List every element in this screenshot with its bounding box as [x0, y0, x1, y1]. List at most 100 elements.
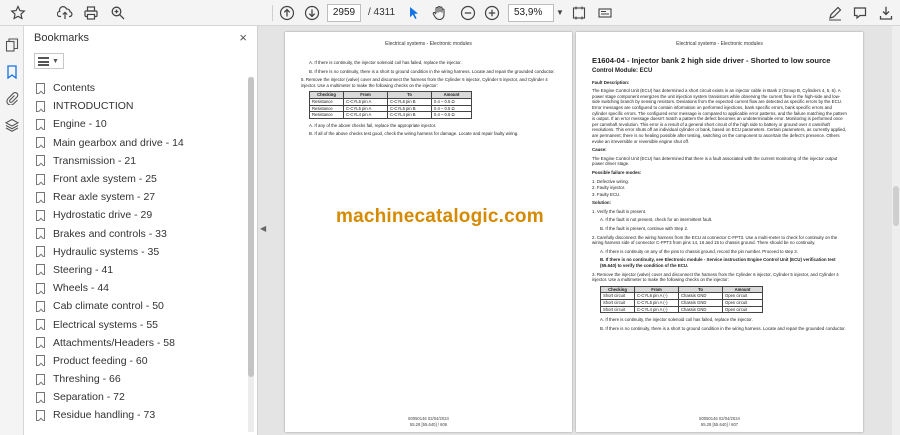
step-text: 3. Remove the injector (valve) cover and… — [592, 271, 839, 283]
bookmark-item[interactable]: Transmission - 21 — [36, 152, 246, 170]
zoom-level-field[interactable]: 53,9% — [508, 4, 554, 22]
print-icon[interactable] — [81, 3, 101, 23]
chevron-down-icon[interactable]: ▼ — [556, 8, 564, 17]
bookmark-item[interactable]: Attachments/Headers - 58 — [36, 334, 246, 352]
bookmark-item[interactable]: INTRODUCTION — [36, 97, 246, 115]
bookmark-page-icon — [36, 319, 45, 331]
toolbar: 2959 / 4311 53,9% ▼ — [0, 0, 900, 26]
page-header: Electrical systems - Electronic modules — [676, 41, 763, 47]
bookmark-item[interactable]: Brakes and controls - 33 — [36, 225, 246, 243]
form-icon[interactable] — [595, 3, 615, 23]
bookmark-page-icon — [36, 282, 45, 294]
cause-text: The Engine Control Unit (ECU) has determ… — [592, 155, 838, 167]
bookmark-item[interactable]: Product feeding - 60 — [36, 352, 246, 370]
table-cell: C-CYL4 pin B — [387, 111, 432, 119]
bookmarks-scroll-thumb[interactable] — [248, 77, 254, 377]
bookmarks-scrollbar[interactable] — [248, 77, 254, 432]
bookmark-item[interactable]: Front axle system - 25 — [36, 170, 246, 188]
page-footer: 50050146 02/04/2024 55.28 [55.640] / 607 — [576, 416, 863, 427]
table-cell: C-CYL4 pin A (-) — [634, 305, 679, 314]
table-cell: Open circuit — [722, 292, 763, 300]
bookmark-page-icon — [36, 209, 45, 221]
bookmark-item[interactable]: Wheels - 44 — [36, 279, 246, 297]
table-cell: Resistance — [309, 111, 344, 119]
table-header: To — [387, 91, 432, 99]
bookmark-page-icon — [36, 391, 45, 403]
bookmark-star-icon[interactable] — [8, 3, 28, 23]
bookmark-label: Contents — [53, 82, 96, 95]
table-cell: Chassis GND — [678, 305, 723, 314]
document-scrollbar[interactable] — [892, 26, 900, 435]
sign-pen-icon[interactable] — [825, 3, 845, 23]
collapse-panel-icon[interactable]: ◀ — [260, 224, 266, 233]
bookmark-label: Electrical systems - 55 — [53, 318, 159, 331]
bookmark-item[interactable]: Engine - 10 — [36, 115, 246, 133]
table-cell: 0.4 – 0.5 Ω — [431, 97, 472, 106]
bookmark-item[interactable]: Steering - 41 — [36, 261, 246, 279]
comment-icon[interactable] — [850, 3, 870, 23]
bookmark-page-icon — [36, 100, 45, 112]
document-page-left: Electrical systems - Electronic modules … — [285, 32, 572, 432]
bookmark-label: Wheels - 44 — [53, 282, 110, 295]
resistance-check-table: Checking From To Amount Resistance C-CYL6 pi… — [309, 91, 472, 119]
bookmark-item[interactable]: Electrical systems - 55 — [36, 315, 246, 333]
step-text: B. If there is no continuity, see Electr… — [600, 257, 836, 269]
section-label: Possible failure modes: — [592, 169, 642, 175]
bookmark-label: Steering - 41 — [53, 263, 114, 276]
bookmark-label: Rear axle system - 27 — [53, 191, 156, 204]
layers-icon[interactable] — [3, 116, 21, 134]
table-row: Short circuit C-CYL5 pin A (-) Chassis GND… — [600, 299, 763, 307]
bookmark-item[interactable]: Main gearbox and drive - 14 — [36, 134, 246, 152]
bookmark-item[interactable]: Separation - 72 — [36, 388, 246, 406]
close-icon[interactable]: × — [239, 30, 247, 45]
zoom-in-icon[interactable] — [482, 3, 502, 23]
table-cell: C-CYL5 pin A (-) — [634, 299, 679, 307]
arrow-up-icon[interactable] — [277, 3, 297, 23]
bookmark-item[interactable]: Rear axle system - 27 — [36, 188, 246, 206]
hand-icon[interactable] — [429, 3, 449, 23]
more-icon[interactable] — [876, 3, 896, 23]
document-scroll-thumb[interactable] — [893, 186, 899, 226]
pages-icon[interactable] — [3, 36, 21, 54]
bookmark-item[interactable]: Cab climate control - 50 — [36, 297, 246, 315]
step-text: 2. Carefully disconnect the wiring harne… — [592, 234, 838, 246]
bookmark-item[interactable]: Threshing - 66 — [36, 370, 246, 388]
attachment-icon[interactable] — [3, 89, 21, 107]
bookmark-item[interactable]: Hydraulic systems - 35 — [36, 243, 246, 261]
bookmark-page-icon — [36, 246, 45, 258]
zoom-search-icon[interactable] — [108, 3, 128, 23]
bookmark-item[interactable]: Contents — [36, 79, 246, 97]
fault-description: The Engine Control Unit (ECU) has determ… — [592, 88, 847, 144]
bookmark-label: Front axle system - 25 — [53, 173, 157, 186]
bookmark-label: Residue handling - 73 — [53, 409, 156, 422]
table-cell: C-CYL5 pin A — [343, 104, 388, 113]
page-number-input[interactable]: 2959 — [327, 4, 361, 22]
upload-icon[interactable] — [55, 3, 75, 23]
step-text: B. If there is no continuity, there is a… — [600, 325, 846, 331]
bookmark-item[interactable]: Hydrostatic drive - 29 — [36, 206, 246, 224]
zoom-out-icon[interactable] — [458, 3, 478, 23]
section-label: Fault Description: — [592, 79, 630, 85]
table-cell: C-CYL4 pin A — [343, 111, 388, 119]
list-options-icon — [38, 56, 49, 66]
table-header: Checking — [309, 91, 344, 99]
bookmark-label: Separation - 72 — [53, 391, 125, 404]
bookmark-item[interactable]: Residue handling - 73 — [36, 406, 246, 424]
failure-mode-item: 1. Defective wiring. — [592, 178, 630, 184]
table-header: From — [343, 91, 388, 99]
bookmarks-panel: Bookmarks × ▼ Contents INTRODUCTION Engine… — [24, 26, 258, 435]
bookmark-options-button[interactable]: ▼ — [34, 53, 64, 69]
arrow-down-icon[interactable] — [302, 3, 322, 23]
page-footer: 50050146 02/04/2024 55.28 [55.640] / 606 — [285, 416, 572, 427]
bookmark-page-icon — [36, 137, 45, 149]
bookmark-label: Product feeding - 60 — [53, 354, 148, 367]
select-arrow-icon[interactable] — [404, 3, 424, 23]
table-cell: Chassis GND — [678, 299, 723, 307]
fit-page-icon[interactable] — [569, 3, 589, 23]
table-cell: Resistance — [309, 97, 344, 106]
table-header: To — [678, 285, 723, 294]
step-text: A. If there is continuity, the injector … — [309, 60, 462, 65]
bookmark-icon[interactable] — [3, 63, 21, 81]
table-cell: Short circuit — [600, 305, 635, 314]
footer-page-number: 55.28 [55.640] / 607 — [700, 421, 739, 427]
